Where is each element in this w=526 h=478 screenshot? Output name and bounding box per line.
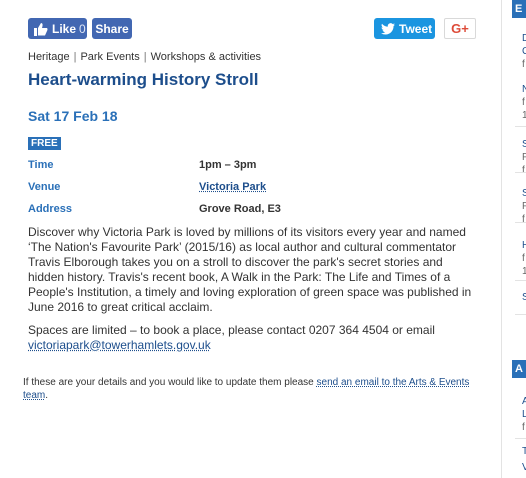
detail-value: Grove Road, E3	[199, 203, 281, 215]
sidebar-heading-bottom: A	[512, 360, 526, 378]
sidebar-item-fragment[interactable]: D	[522, 33, 526, 44]
update-note-suffix: .	[45, 390, 49, 401]
sidebar-item-fragment: f	[522, 165, 525, 176]
sidebar-item-fragment[interactable]: S	[522, 139, 526, 150]
sidebar-item-fragment[interactable]: C	[522, 46, 526, 57]
sidebar-item-fragment[interactable]: S	[522, 188, 526, 199]
sidebar: E DCfNf1SFfSFfHf1SALfTV A	[501, 0, 526, 478]
detail-value: 1pm – 3pm	[199, 159, 257, 171]
breadcrumb-separator: |	[73, 51, 77, 63]
facebook-like-button[interactable]: Like 0	[28, 18, 87, 39]
social-share-bar: Like 0 Share Tweet G+	[28, 18, 476, 40]
sidebar-divider	[515, 314, 526, 315]
sidebar-heading-top: E	[512, 0, 526, 18]
sidebar-item-fragment[interactable]: L	[522, 409, 526, 420]
sidebar-divider	[515, 172, 526, 173]
sidebar-divider	[515, 438, 526, 439]
update-details-note: If these are your details and you would …	[23, 376, 483, 402]
like-label: Like	[52, 21, 77, 36]
google-plus-icon: G+	[451, 21, 469, 36]
sidebar-item-fragment: f	[522, 253, 525, 264]
sidebar-item-fragment[interactable]: T	[522, 446, 526, 457]
sidebar-item-fragment: 1	[522, 110, 526, 121]
update-note-text: If these are your details and you would …	[23, 377, 314, 388]
booking-text: Spaces are limited – to book a place, pl…	[28, 323, 435, 337]
event-description: Discover why Victoria Park is loved by m…	[28, 225, 472, 314]
sidebar-item-fragment[interactable]: V	[522, 462, 526, 473]
breadcrumb-separator: |	[143, 51, 147, 63]
event-page: Like 0 Share Tweet G+ Heritage | Park Even…	[0, 0, 490, 478]
event-title: Heart-warming History Stroll	[28, 70, 259, 89]
detail-label: Venue	[28, 181, 61, 193]
sidebar-item-fragment: F	[522, 201, 526, 212]
booking-info: Spaces are limited – to book a place, pl…	[28, 323, 480, 353]
sidebar-item-fragment[interactable]: S	[522, 292, 526, 303]
sidebar-divider	[515, 280, 526, 281]
sidebar-item-fragment[interactable]: H	[522, 240, 526, 251]
facebook-thumb-icon	[34, 22, 48, 36]
sidebar-item-fragment: F	[522, 152, 526, 163]
facebook-share-button[interactable]: Share	[92, 18, 132, 39]
google-plus-button[interactable]: G+	[444, 18, 476, 39]
detail-label: Address	[28, 203, 73, 215]
venue-link[interactable]: Victoria Park	[199, 181, 266, 193]
sidebar-item-fragment: f	[522, 422, 525, 433]
twitter-bird-icon	[381, 22, 395, 35]
detail-label: Time	[28, 159, 54, 171]
sidebar-divider	[515, 222, 526, 223]
category-park-events: Park Events	[80, 51, 140, 63]
sidebar-border	[501, 0, 502, 478]
category-breadcrumb: Heritage | Park Events | Workshops & activit…	[28, 51, 261, 63]
sidebar-item-fragment: f	[522, 97, 525, 108]
category-workshops: Workshops & activities	[150, 51, 262, 63]
tweet-button[interactable]: Tweet	[374, 18, 435, 39]
category-heritage: Heritage	[28, 51, 70, 63]
sidebar-item-fragment[interactable]: A	[522, 396, 526, 407]
like-count: 0	[79, 21, 86, 36]
tweet-label: Tweet	[399, 21, 433, 36]
sidebar-item-fragment: 1	[522, 266, 526, 277]
event-date: Sat 17 Feb 18	[28, 108, 118, 124]
booking-email-link[interactable]: victoriapark@towerhamlets.gov.uk	[28, 338, 211, 352]
price-badge: FREE	[28, 137, 61, 150]
sidebar-item-fragment: f	[522, 59, 525, 70]
share-label: Share	[95, 21, 129, 36]
sidebar-item-fragment: f	[522, 214, 525, 225]
sidebar-item-fragment[interactable]: N	[522, 84, 526, 95]
sidebar-divider	[515, 126, 526, 127]
